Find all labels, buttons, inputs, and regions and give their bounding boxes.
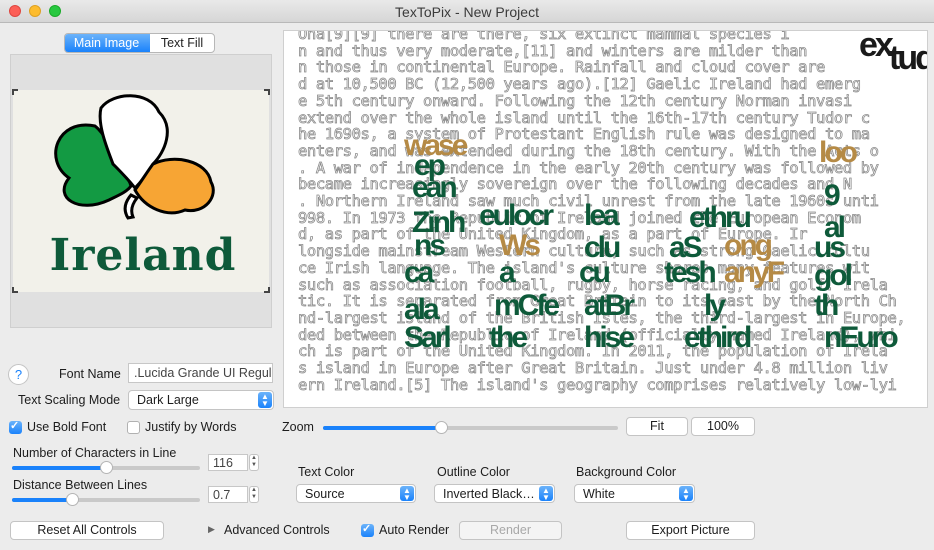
zoom-slider[interactable]: [323, 421, 618, 434]
logo-text: Ireland: [49, 230, 237, 281]
chevron-updown-icon: ▲ ▼: [258, 392, 272, 408]
canvas-text-line: he 1690s, a system of Protestant English…: [298, 125, 871, 144]
canvas-text-line: e 5th century onward. Following the 12th…: [298, 91, 853, 110]
canvas-text-line: . A war of independence in the early 20t…: [298, 158, 880, 177]
disclosure-triangle-icon[interactable]: ▶: [208, 524, 215, 535]
canvas-text-line: s island in Europe after Great Britain. …: [298, 359, 889, 378]
auto-render-checkbox[interactable]: [361, 522, 374, 537]
window-title: TexToPix - New Project: [395, 4, 539, 20]
canvas-text-line: became increasingly sovereign over the f…: [298, 175, 853, 194]
chevron-updown-icon: ▲ ▼: [679, 486, 693, 502]
chars-stepper[interactable]: ▲ ▼: [249, 454, 259, 471]
tab-text-fill[interactable]: Text Fill: [150, 34, 214, 52]
text-color-label: Text Color: [298, 465, 355, 479]
slider-fill: [323, 426, 441, 430]
auto-render-label: Auto Render: [379, 523, 450, 537]
use-bold-checkbox[interactable]: [9, 419, 22, 434]
title-bar: TexToPix - New Project: [0, 0, 934, 23]
slider-knob[interactable]: [66, 493, 80, 506]
main-image-preview: Ireland: [12, 89, 270, 293]
zoom-100-button[interactable]: 100%: [691, 417, 755, 436]
render-canvas[interactable]: Ona[9][9] there are there, six extinct m…: [283, 30, 928, 408]
slider-fill: [12, 498, 73, 502]
background-color-value: White: [583, 487, 615, 501]
distance-between-lines-slider[interactable]: [12, 493, 200, 506]
canvas-text-line: n those in continental Europe. Rainfall …: [298, 58, 826, 77]
outline-color-label: Outline Color: [437, 465, 510, 479]
justify-label: Justify by Words: [145, 420, 237, 434]
canvas-text-line: n and thus very moderate,[11] and winter…: [298, 41, 808, 60]
text-scaling-value: Dark Large: [137, 393, 199, 407]
zoom-fit-button[interactable]: Fit: [626, 417, 688, 436]
canvas-text-line: enters, and was extended during the 18th…: [298, 141, 880, 160]
chars-in-line-slider[interactable]: [12, 461, 200, 474]
outline-color-popup[interactable]: Inverted Black… ▲ ▼: [434, 484, 555, 503]
chars-in-line-label: Number of Characters in Line: [13, 446, 177, 460]
advanced-controls-label[interactable]: Advanced Controls: [224, 523, 330, 537]
slider-knob[interactable]: [100, 461, 113, 474]
distance-stepper[interactable]: ▲ ▼: [249, 486, 259, 503]
canvas-text-line: 998. In 1973 the Republic of Ireland joi…: [298, 208, 862, 227]
reset-all-controls-button[interactable]: Reset All Controls: [10, 521, 164, 540]
export-picture-button[interactable]: Export Picture: [626, 521, 755, 540]
slider-knob[interactable]: [435, 421, 448, 434]
chevron-updown-icon: ▲ ▼: [400, 486, 414, 502]
background-color-popup[interactable]: White ▲ ▼: [574, 484, 695, 503]
font-name-label: Font Name: [59, 367, 121, 381]
chevron-updown-icon: ▲ ▼: [539, 486, 553, 502]
image-mode-segmented-control: Main Image Text Fill: [64, 33, 215, 53]
outline-color-value: Inverted Black…: [443, 487, 535, 501]
font-name-field[interactable]: .Lucida Grande UI Regul: [128, 363, 273, 383]
text-scaling-popup[interactable]: Dark Large ▲ ▼: [128, 390, 274, 410]
canvas-text-line: ern Ireland.[5] The island's geography c…: [298, 375, 898, 394]
zoom-label: Zoom: [282, 420, 314, 434]
justify-checkbox[interactable]: [127, 421, 140, 434]
help-button[interactable]: ?: [8, 364, 29, 385]
distance-field[interactable]: 0.7: [208, 486, 248, 503]
canvas-text-line: d at 10,500 BC (12,500 years ago).[12] G…: [298, 75, 862, 94]
tab-main-image[interactable]: Main Image: [65, 34, 150, 52]
use-bold-label: Use Bold Font: [27, 420, 107, 434]
text-scaling-label: Text Scaling Mode: [18, 393, 121, 407]
distance-between-lines-label: Distance Between Lines: [13, 478, 148, 492]
chars-in-line-field[interactable]: 116: [208, 454, 248, 471]
slider-fill: [12, 466, 106, 470]
text-color-popup[interactable]: Source ▲ ▼: [296, 484, 416, 503]
text-color-value: Source: [305, 487, 345, 501]
render-button[interactable]: Render: [459, 521, 562, 540]
background-color-label: Background Color: [576, 465, 677, 479]
canvas-text-line: extend over the whole island until the 1…: [298, 108, 871, 127]
